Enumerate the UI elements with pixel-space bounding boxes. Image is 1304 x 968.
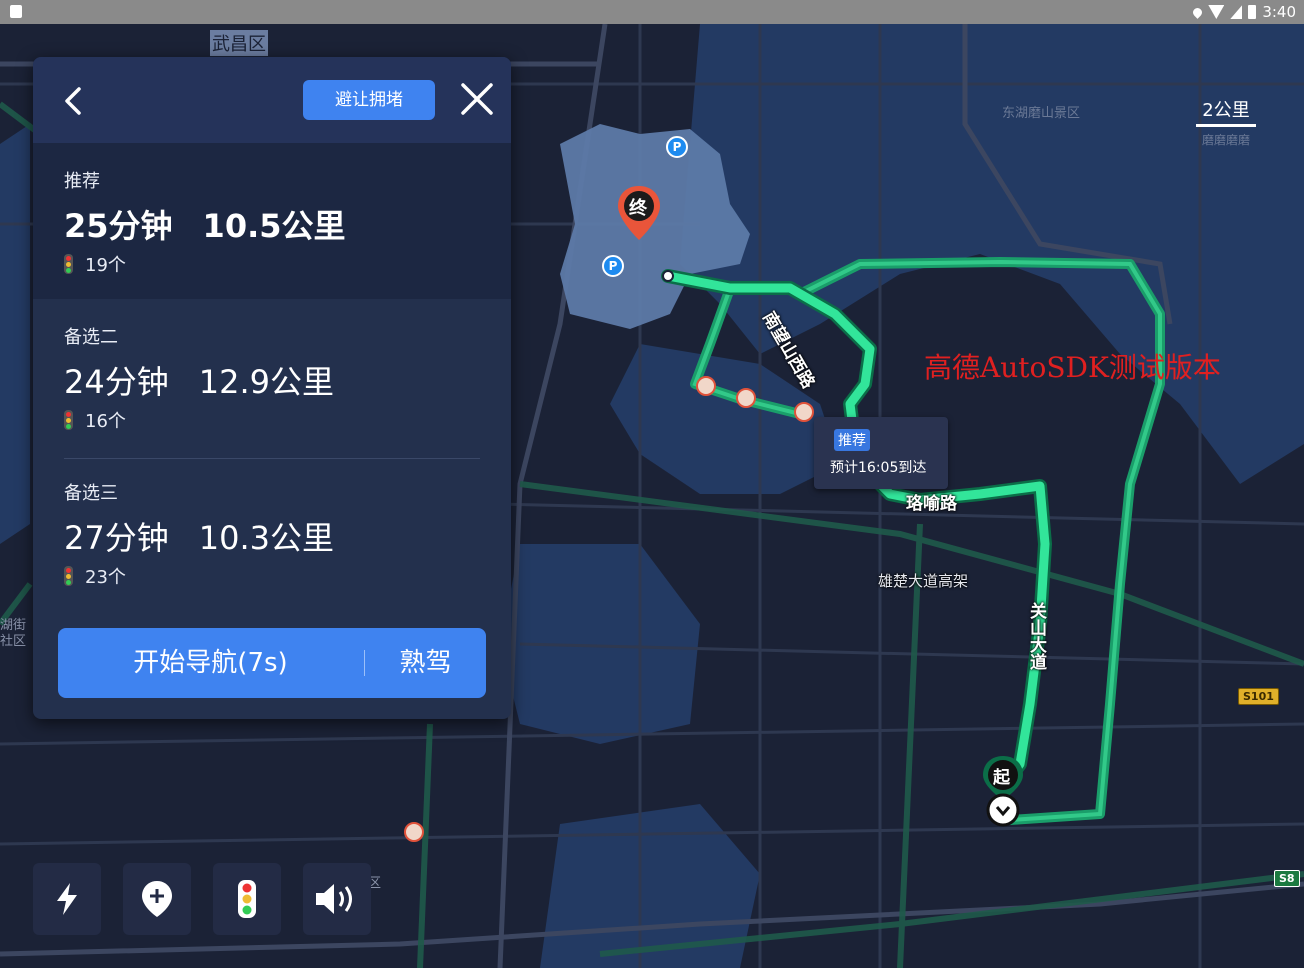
route-eta-tooltip[interactable]: 推荐 预计16:05到达 bbox=[814, 417, 948, 489]
start-navigation-button[interactable]: 开始导航(7s) bbox=[58, 628, 363, 698]
volume-icon[interactable] bbox=[303, 863, 371, 935]
clock: 3:40 bbox=[1262, 3, 1296, 21]
route-name: 备选三 bbox=[64, 483, 118, 504]
traffic-light-count: 23个 bbox=[85, 567, 126, 588]
route-traffic-lights: 23个 bbox=[64, 563, 126, 589]
sdk-watermark: 高德AutoSDK测试版本 bbox=[924, 351, 1221, 384]
route-distance: 10.5公里 bbox=[202, 207, 346, 245]
scale-sub-label: 磨磨磨磨 bbox=[1201, 133, 1250, 147]
eta-text: 预计16:05到达 bbox=[830, 460, 927, 476]
route-summary: 27分钟 10.3公里 bbox=[64, 513, 334, 559]
recommended-tag: 推荐 bbox=[834, 429, 870, 451]
destination-pin[interactable]: 终 bbox=[614, 184, 664, 244]
traffic-light-toggle-icon[interactable] bbox=[213, 863, 281, 935]
highway-shield-s101: S101 bbox=[1238, 688, 1279, 705]
road-label-guanshan: 关山大道 bbox=[1026, 602, 1046, 670]
district-label: 武昌区 bbox=[210, 30, 268, 56]
familiar-drive-button[interactable]: 熟驾 bbox=[365, 628, 486, 698]
scale-bar bbox=[1196, 124, 1256, 127]
lightning-icon[interactable] bbox=[33, 863, 101, 935]
route-traffic-lights: 19个 bbox=[64, 251, 126, 277]
traffic-light-icon bbox=[64, 254, 73, 274]
road-label-xiongchu: 雄楚大道高架 bbox=[878, 572, 969, 590]
traffic-camera-icon bbox=[404, 822, 424, 842]
route-option-alt2[interactable]: 备选二 24分钟 12.9公里 16个 bbox=[33, 299, 511, 455]
route-option-recommended[interactable]: 推荐 25分钟 10.5公里 19个 bbox=[33, 143, 511, 299]
battery-icon bbox=[1248, 5, 1257, 19]
route-traffic-lights: 16个 bbox=[64, 407, 126, 433]
road-label-luoyu: 珞喻路 bbox=[906, 494, 957, 514]
traffic-camera-icon bbox=[696, 376, 716, 396]
route-time: 24分钟 bbox=[64, 363, 169, 401]
traffic-light-count: 19个 bbox=[85, 255, 126, 276]
map-scale: 2公里 磨磨磨磨 bbox=[1196, 96, 1256, 148]
route-summary: 25分钟 10.5公里 bbox=[64, 201, 346, 247]
route-time: 25分钟 bbox=[64, 207, 173, 245]
wifi-icon bbox=[1208, 5, 1225, 19]
traffic-light-icon bbox=[64, 566, 73, 586]
back-arrow-icon[interactable] bbox=[55, 81, 95, 121]
location-icon bbox=[1191, 5, 1205, 19]
route-distance: 12.9公里 bbox=[198, 363, 334, 401]
add-location-icon[interactable] bbox=[123, 863, 191, 935]
highway-shield-s8: S8 bbox=[1274, 870, 1300, 887]
panel-header: 避让拥堵 bbox=[33, 57, 511, 143]
destination-pin-label: 终 bbox=[629, 198, 647, 219]
start-pin[interactable]: 起 bbox=[978, 754, 1028, 829]
traffic-camera-icon bbox=[736, 388, 756, 408]
start-navigation-bar: 开始导航(7s) 熟驾 bbox=[58, 628, 486, 698]
left-edge-label-2: 社区 bbox=[0, 634, 27, 649]
parking-icon[interactable]: P bbox=[602, 255, 624, 277]
cell-signal-icon bbox=[1230, 5, 1243, 19]
avoid-congestion-button[interactable]: 避让拥堵 bbox=[303, 80, 435, 120]
route-distance: 10.3公里 bbox=[198, 519, 334, 557]
route-option-alt3[interactable]: 备选三 27分钟 10.3公里 23个 bbox=[33, 455, 511, 611]
notification-icon bbox=[10, 5, 22, 18]
scale-value: 2公里 bbox=[1202, 100, 1250, 121]
traffic-light-count: 16个 bbox=[85, 411, 126, 432]
status-icons: 3:40 bbox=[1191, 3, 1296, 21]
route-summary: 24分钟 12.9公里 bbox=[64, 357, 334, 403]
scenic-area-label: 东湖磨山景区 bbox=[1002, 106, 1081, 121]
traffic-light-icon bbox=[64, 410, 73, 430]
parking-icon[interactable]: P bbox=[666, 136, 688, 158]
route-name: 推荐 bbox=[64, 171, 100, 192]
start-pin-label: 起 bbox=[993, 768, 1010, 788]
route-time: 27分钟 bbox=[64, 519, 169, 557]
close-icon[interactable] bbox=[455, 77, 499, 121]
route-name: 备选二 bbox=[64, 327, 118, 348]
traffic-camera-icon bbox=[794, 402, 814, 422]
status-bar: 3:40 bbox=[0, 0, 1304, 24]
route-selection-panel: 避让拥堵 推荐 25分钟 10.5公里 19个 备选二 24分钟 12.9公里 16… bbox=[33, 57, 511, 719]
